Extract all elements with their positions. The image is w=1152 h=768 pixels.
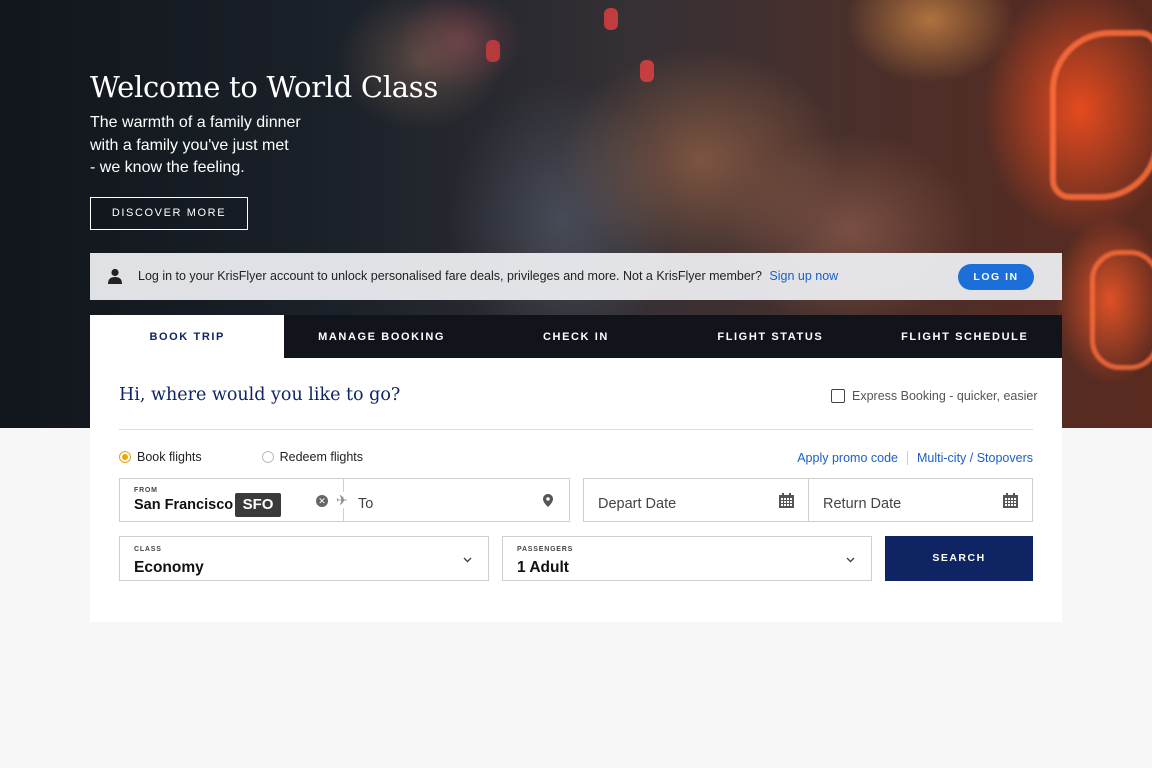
location-pin-icon xyxy=(543,494,553,507)
sign-up-link[interactable]: Sign up now xyxy=(769,269,838,283)
chevron-down-icon xyxy=(463,557,472,563)
chevron-down-icon xyxy=(846,557,855,563)
tab-book-trip[interactable]: BOOK TRIP xyxy=(90,315,285,358)
book-flights-label[interactable]: Book flights xyxy=(137,450,202,464)
multi-city-link[interactable]: Multi-city / Stopovers xyxy=(917,451,1033,465)
user-icon xyxy=(108,268,122,284)
login-message: Log in to your KrisFlyer account to unlo… xyxy=(138,269,839,283)
apply-promo-code-link[interactable]: Apply promo code xyxy=(797,451,898,465)
airport-code-badge: SFO xyxy=(235,493,281,517)
passengers-value: 1 Adult xyxy=(517,559,569,576)
booking-panel: Hi, where would you like to go? Express … xyxy=(90,358,1062,622)
express-booking-checkbox[interactable] xyxy=(831,389,845,403)
class-label: CLASS xyxy=(134,546,162,553)
from-field[interactable]: FROM San Francisco SFO ✕ xyxy=(119,478,344,522)
tab-manage-booking[interactable]: MANAGE BOOKING xyxy=(284,315,478,358)
booking-tabs: BOOK TRIP MANAGE BOOKING CHECK IN FLIGHT… xyxy=(90,315,1062,358)
passengers-select[interactable]: PASSENGERS 1 Adult xyxy=(502,536,872,581)
class-value: Economy xyxy=(134,559,204,576)
hero-subtitle: The warmth of a family dinner with a fam… xyxy=(90,114,301,176)
express-booking-label: Express Booking - quicker, easier xyxy=(852,389,1038,403)
search-button[interactable]: SEARCH xyxy=(885,536,1033,581)
calendar-icon xyxy=(1003,493,1018,508)
link-separator xyxy=(906,451,908,465)
booking-greeting: Hi, where would you like to go? xyxy=(119,385,401,405)
redeem-flights-label[interactable]: Redeem flights xyxy=(280,450,363,464)
log-in-button[interactable]: LOG IN xyxy=(958,264,1034,290)
tab-check-in[interactable]: CHECK IN xyxy=(479,315,673,358)
discover-more-button[interactable]: DISCOVER MORE xyxy=(90,197,248,230)
return-date-placeholder: Return Date xyxy=(823,496,902,512)
from-label: FROM xyxy=(134,487,158,494)
passengers-label: PASSENGERS xyxy=(517,546,574,553)
to-field[interactable]: ✈ To xyxy=(336,478,570,522)
promo-links: Apply promo code Multi-city / Stopovers xyxy=(797,451,1033,465)
return-date-field[interactable]: Return Date xyxy=(808,478,1033,522)
clear-icon[interactable]: ✕ xyxy=(316,495,328,507)
divider xyxy=(119,429,1033,430)
express-booking-option[interactable]: Express Booking - quicker, easier xyxy=(831,389,1038,403)
book-flights-radio[interactable] xyxy=(119,451,131,463)
tab-flight-schedule[interactable]: FLIGHT SCHEDULE xyxy=(868,315,1062,358)
hero-title: Welcome to World Class xyxy=(90,70,438,104)
trip-type-selector: Book flights Redeem flights xyxy=(119,450,363,464)
calendar-icon xyxy=(779,493,794,508)
krisflyer-login-bar: Log in to your KrisFlyer account to unlo… xyxy=(90,253,1062,300)
tab-flight-status[interactable]: FLIGHT STATUS xyxy=(673,315,867,358)
depart-date-field[interactable]: Depart Date xyxy=(583,478,809,522)
plane-icon: ✈ xyxy=(336,492,348,508)
to-placeholder: To xyxy=(358,496,374,512)
from-city: San Francisco xyxy=(134,497,234,513)
depart-date-placeholder: Depart Date xyxy=(598,496,677,512)
redeem-flights-radio[interactable] xyxy=(261,451,274,463)
class-select[interactable]: CLASS Economy xyxy=(119,536,489,581)
